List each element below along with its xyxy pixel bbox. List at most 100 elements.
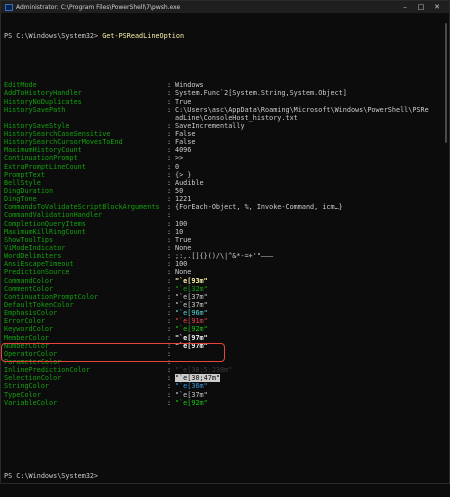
option-row: SelectionColor: "`e[30;47m" (4, 374, 441, 383)
option-key: MaximumHistoryCount (4, 146, 82, 155)
option-separator: : (167, 325, 172, 334)
option-value: 100 (175, 260, 188, 269)
option-key: HistorySavePath (4, 105, 66, 114)
close-button[interactable]: ✕ (429, 1, 445, 13)
powershell-window: Administrator: C:\Program Files\PowerShe… (0, 0, 450, 484)
command-text: Get-PSReadLineOption (102, 32, 185, 41)
powershell-icon (5, 3, 13, 11)
option-separator: : (167, 309, 172, 318)
option-row: ContinuationPrompt: >> (4, 154, 441, 162)
option-key: StringColor (4, 382, 50, 391)
option-value: {> } (175, 170, 192, 179)
option-separator: : (167, 301, 172, 310)
option-key: DingDuration (4, 187, 54, 196)
option-separator: : (167, 105, 172, 114)
option-key: ExtraPromptLineCount (4, 162, 86, 171)
option-value: True (175, 235, 192, 244)
option-value: "`e[96m" (175, 309, 208, 318)
prompt-line[interactable]: PS C:\Windows\System32> (4, 472, 441, 480)
option-key: ParameterColor (4, 358, 62, 366)
option-value: "`e[91m" (175, 317, 208, 326)
option-key: InlinePredictionColor (4, 366, 90, 375)
option-row: TypeColor: "`e[37m" (4, 391, 441, 399)
option-row: PromptText: {> } (4, 171, 441, 179)
option-value: "`e[92m" (175, 325, 208, 334)
option-separator: : (167, 244, 172, 253)
option-separator: : (167, 170, 172, 179)
option-separator: : (167, 292, 172, 301)
option-value (175, 358, 441, 366)
prompt: PS C:\Windows\System32> (4, 472, 99, 481)
option-key: CommentColor (4, 284, 54, 293)
option-value (175, 211, 441, 219)
scrollbar-thumb[interactable] (445, 23, 447, 143)
minimize-button[interactable]: – (397, 1, 413, 13)
option-row: DingDuration:50 (4, 187, 441, 195)
option-value: 50 (175, 187, 184, 196)
option-value: {ForEach-Object, %, Invoke-Command, icm…… (175, 203, 343, 212)
option-value: "`e[38;5;238m" (175, 366, 233, 375)
option-row: DefaultTokenColor: "`e[37m" (4, 301, 441, 309)
option-separator: : (167, 211, 172, 220)
option-value: False (175, 130, 196, 139)
option-separator: : (167, 97, 172, 106)
option-value: None (175, 244, 192, 253)
option-key: ViModeIndicator (4, 244, 66, 253)
option-row: ParameterColor: (4, 358, 441, 366)
option-separator: : (167, 178, 172, 187)
option-row: HistorySearchCaseSensitive: False (4, 130, 441, 138)
option-row: HistorySearchCursorMovesToEnd: False (4, 138, 441, 146)
option-key: CommandValidationHandler (4, 211, 103, 220)
option-key: CommandsToValidateScriptBlockArguments (4, 203, 160, 212)
option-row: HistoryNoDuplicates: True (4, 98, 441, 106)
option-separator: : (167, 138, 172, 147)
option-separator: : (167, 89, 172, 98)
title-bar[interactable]: Administrator: C:\Program Files\PowerShe… (1, 1, 449, 13)
option-key: EmphasisColor (4, 309, 58, 318)
option-row: CompletionQueryItems:100 (4, 220, 441, 228)
option-key: DefaultTokenColor (4, 301, 74, 310)
option-row: NumberColor: "`e[97m" (4, 342, 441, 350)
option-row: MemberColor: "`e[97m" (4, 334, 441, 342)
option-separator: : (167, 219, 172, 228)
option-key: ShowToolTips (4, 235, 54, 244)
option-key: MemberColor (4, 333, 50, 342)
option-value: "`e[36m" (175, 382, 208, 391)
option-key: ErrorColor (4, 317, 45, 326)
option-value: "`e[97m" (175, 341, 208, 350)
option-separator: : (167, 341, 172, 350)
option-row: ExtraPromptLineCount:0 (4, 163, 441, 171)
option-separator: : (167, 154, 172, 163)
option-key: TypeColor (4, 390, 41, 399)
option-key: CommandColor (4, 276, 54, 285)
option-separator: : (167, 276, 172, 285)
option-key: HistorySearchCursorMovesToEnd (4, 138, 123, 147)
selection-sample: "`e[30;47m" (175, 374, 221, 383)
option-row: StringColor: "`e[36m" (4, 382, 441, 390)
option-row: CommandValidationHandler: (4, 211, 441, 219)
option-value: "`e[30;47m" (175, 374, 441, 383)
option-key: ContinuationPrompt (4, 154, 78, 163)
console-output[interactable]: PS C:\Windows\System32> Get-PSReadLineOp… (4, 16, 441, 483)
option-value: >> (175, 154, 184, 163)
option-key: CompletionQueryItems (4, 219, 86, 228)
option-row: ErrorColor: "`e[91m" (4, 317, 441, 325)
option-row: InlinePredictionColor: "`e[38;5;238m" (4, 366, 441, 374)
option-separator: : (167, 195, 172, 204)
maximize-button[interactable]: □ (413, 1, 429, 13)
option-value: "`e[92m" (175, 398, 208, 407)
scrollbar[interactable] (443, 13, 449, 483)
option-key: VariableColor (4, 398, 58, 407)
option-row: :adLine\ConsoleHost_history.txt (4, 114, 441, 122)
option-row: ContinuationPromptColor: "`e[37m" (4, 293, 441, 301)
option-key: ContinuationPromptColor (4, 292, 99, 301)
option-key: EditMode (4, 81, 37, 90)
option-row: AnsiEscapeTimeout:100 (4, 260, 441, 268)
option-separator: : (167, 366, 172, 375)
option-separator: : (167, 317, 172, 326)
option-separator: : (167, 81, 172, 90)
option-separator: : (167, 382, 172, 391)
option-row: EditMode: Windows (4, 81, 441, 89)
